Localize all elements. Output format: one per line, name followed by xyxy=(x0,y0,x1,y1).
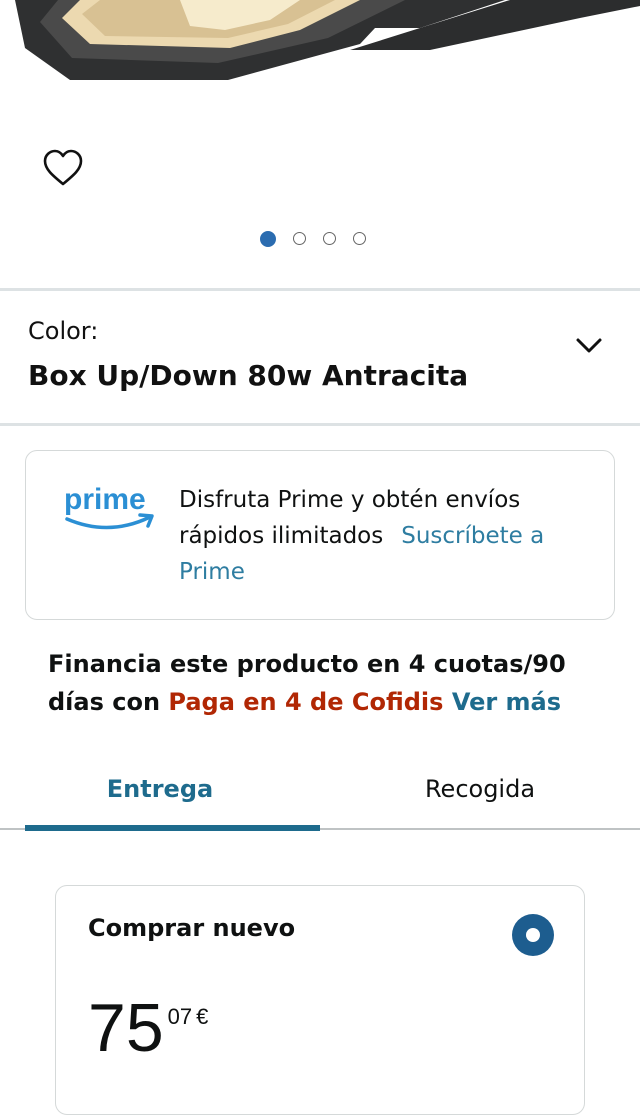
prime-logo-text: prime xyxy=(64,483,146,516)
tab-recogida[interactable]: Recogida xyxy=(320,760,640,830)
pagination-dot[interactable] xyxy=(260,231,276,247)
prime-subscribe-link[interactable]: Suscríbete a xyxy=(401,523,544,549)
radio-selected-indicator xyxy=(526,928,540,942)
price-fraction: 07 xyxy=(167,1004,193,1029)
color-value: Box Up/Down 80w Antracita xyxy=(28,359,469,392)
pagination-dot[interactable] xyxy=(293,232,306,245)
price-currency: € xyxy=(196,1004,209,1029)
divider xyxy=(0,423,640,426)
tab-entrega[interactable]: Entrega xyxy=(0,760,320,830)
prime-message: Disfruta Prime y obtén envíos rápidos il… xyxy=(179,482,599,590)
product-photo xyxy=(15,0,640,80)
prime-subscribe-link-cont[interactable]: Prime xyxy=(179,559,245,585)
color-label: Color: xyxy=(28,317,99,345)
buy-new-title: Comprar nuevo xyxy=(88,914,296,942)
price-whole: 75 xyxy=(88,990,164,1066)
financing-info: Financia este producto en 4 cuotas/90 dí… xyxy=(48,645,608,721)
color-selector[interactable]: Color: Box Up/Down 80w Antracita xyxy=(0,291,640,423)
delivery-tabs: Entrega Recogida xyxy=(0,760,640,832)
financing-provider: Paga en 4 de Cofidis xyxy=(168,688,444,716)
pagination-dot[interactable] xyxy=(353,232,366,245)
pagination-dot[interactable] xyxy=(323,232,336,245)
buy-new-option[interactable]: Comprar nuevo 75 07 € xyxy=(55,885,585,1115)
buy-new-radio[interactable] xyxy=(512,914,554,956)
heart-icon[interactable] xyxy=(42,148,84,188)
price: 75 07 € xyxy=(88,990,208,1066)
chevron-down-icon[interactable] xyxy=(574,335,604,357)
image-pagination[interactable] xyxy=(260,231,366,247)
active-tab-indicator xyxy=(25,825,320,831)
product-image-area[interactable] xyxy=(0,0,640,290)
prime-logo-icon: prime xyxy=(64,483,154,530)
prime-banner[interactable]: prime Disfruta Prime y obtén envíos rápi… xyxy=(25,450,615,620)
financing-more-link[interactable]: Ver más xyxy=(452,688,561,716)
